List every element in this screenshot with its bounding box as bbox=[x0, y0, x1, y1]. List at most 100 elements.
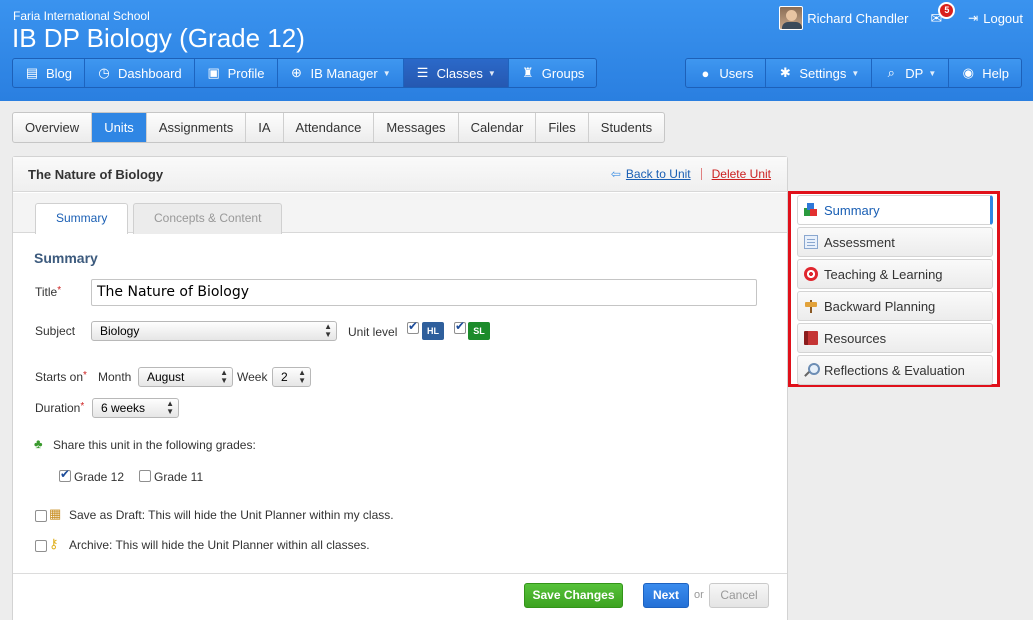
chevron-down-icon: ▼ bbox=[382, 68, 391, 78]
grade12-label: Grade 12 bbox=[74, 470, 125, 484]
unit-level-label: Unit level bbox=[348, 325, 398, 339]
hl-checkbox[interactable] bbox=[407, 319, 419, 334]
user-name[interactable]: Richard Chandler bbox=[807, 11, 908, 26]
blog-icon: ▤ bbox=[25, 65, 39, 80]
tab-attendance[interactable]: Attendance bbox=[284, 113, 375, 142]
select-arrows-icon: ▲ ▼ bbox=[298, 368, 306, 385]
side-item-reflections-evaluation[interactable]: Reflections & Evaluation bbox=[797, 355, 993, 385]
dashboard-icon: ◷ bbox=[98, 65, 110, 80]
panel-header: The Nature of Biology ⇦ Back to Unit Del… bbox=[13, 157, 787, 192]
title-input[interactable]: The Nature of Biology bbox=[91, 279, 757, 306]
back-to-unit-link[interactable]: Back to Unit bbox=[626, 167, 691, 181]
logout-icon[interactable]: ⇥ bbox=[968, 11, 978, 25]
subject-label: Subject bbox=[35, 324, 76, 338]
back-arrow-icon: ⇦ bbox=[610, 167, 621, 181]
archive-checkbox[interactable] bbox=[35, 540, 47, 552]
side-item-assessment[interactable]: Assessment bbox=[797, 227, 993, 257]
search-icon: ⌕ bbox=[887, 65, 895, 80]
nav-classes[interactable]: ☰ Classes ▼ bbox=[403, 59, 509, 87]
gear-icon: ✱ bbox=[779, 65, 791, 80]
chevron-down-icon: ▼ bbox=[851, 68, 860, 78]
section-title: Summary bbox=[34, 250, 98, 266]
delete-unit-link[interactable]: Delete Unit bbox=[712, 167, 771, 181]
tab-assignments[interactable]: Assignments bbox=[147, 113, 247, 142]
select-arrows-icon: ▲ ▼ bbox=[220, 368, 228, 385]
title-label: Title* bbox=[35, 285, 62, 299]
nav-dp[interactable]: ⌕ DP ▼ bbox=[872, 59, 950, 87]
app-header: Faria International School IB DP Biology… bbox=[0, 0, 1033, 101]
nav-help[interactable]: ◉ Help bbox=[949, 59, 1021, 87]
save-changes-button[interactable]: Save Changes bbox=[524, 583, 623, 608]
tab-calendar[interactable]: Calendar bbox=[459, 113, 537, 142]
unit-title: The Nature of Biology bbox=[28, 167, 164, 182]
grade11-label: Grade 11 bbox=[154, 470, 204, 484]
cancel-button[interactable]: Cancel bbox=[709, 583, 769, 608]
blocks-icon bbox=[804, 203, 818, 217]
subtab-concepts-content[interactable]: Concepts & Content bbox=[133, 203, 283, 234]
tree-icon: ♣ bbox=[34, 436, 43, 451]
required-mark: * bbox=[80, 401, 85, 412]
logout-link[interactable]: Logout bbox=[983, 11, 1023, 26]
nav-blog[interactable]: ▤ Blog bbox=[13, 59, 86, 87]
select-arrows-icon: ▲ ▼ bbox=[166, 399, 174, 416]
nav-groups[interactable]: ♜ Groups bbox=[509, 59, 597, 87]
side-item-backward-planning[interactable]: Backward Planning bbox=[797, 291, 993, 321]
page-title: IB DP Biology (Grade 12) bbox=[12, 23, 305, 53]
secondary-nav: ● Users ✱ Settings ▼ ⌕ DP ▼ ◉ Help bbox=[685, 58, 1022, 88]
sl-badge: SL bbox=[468, 322, 490, 340]
sl-checkbox[interactable] bbox=[454, 319, 466, 334]
month-label: Month bbox=[98, 370, 132, 384]
side-item-summary[interactable]: Summary bbox=[797, 195, 993, 225]
nav-profile[interactable]: ▣ Profile bbox=[195, 59, 278, 87]
avatar[interactable] bbox=[779, 6, 804, 30]
lifebuoy-icon: ◉ bbox=[962, 65, 974, 80]
required-mark: * bbox=[57, 285, 62, 296]
mail-icon[interactable]: ✉ 5 bbox=[930, 1, 956, 27]
panel-footer: Save Changes Next or Cancel bbox=[13, 573, 787, 620]
nav-users[interactable]: ● Users bbox=[686, 59, 767, 87]
user-box: Richard Chandler ✉ 5 ⇥ Logout bbox=[779, 1, 1023, 30]
book-icon bbox=[804, 331, 818, 345]
chevron-down-icon: ▼ bbox=[487, 68, 496, 78]
panel-links: ⇦ Back to Unit Delete Unit bbox=[611, 167, 771, 181]
subject-select[interactable]: Biology ▲ ▼ bbox=[91, 321, 337, 341]
grade12-checkbox[interactable] bbox=[59, 467, 71, 482]
tab-files[interactable]: Files bbox=[536, 113, 589, 142]
month-select[interactable]: August ▲ ▼ bbox=[138, 367, 233, 387]
profile-icon: ▣ bbox=[207, 65, 220, 80]
draft-label: Save as Draft: This will hide the Unit P… bbox=[69, 508, 394, 522]
globe-icon: ⊕ bbox=[291, 65, 302, 80]
class-tabs: Overview Units Assignments IA Attendance… bbox=[12, 112, 666, 143]
hl-badge: HL bbox=[422, 322, 444, 340]
required-mark: * bbox=[83, 370, 87, 381]
chevron-down-icon: ▼ bbox=[928, 68, 937, 78]
side-item-teaching-learning[interactable]: Teaching & Learning bbox=[797, 259, 993, 289]
week-select[interactable]: 2 ▲ ▼ bbox=[272, 367, 311, 387]
tab-students[interactable]: Students bbox=[589, 113, 664, 142]
subtabs: Summary Concepts & Content bbox=[13, 193, 787, 234]
nav-settings[interactable]: ✱ Settings ▼ bbox=[766, 59, 873, 87]
duration-label: Duration* bbox=[35, 401, 85, 415]
duration-select[interactable]: 6 weeks ▲ ▼ bbox=[92, 398, 179, 418]
tab-messages[interactable]: Messages bbox=[374, 113, 459, 142]
nav-ib-manager[interactable]: ⊕ IB Manager ▼ bbox=[278, 59, 404, 87]
side-item-resources[interactable]: Resources bbox=[797, 323, 993, 353]
mail-count-badge: 5 bbox=[938, 1, 956, 19]
tab-units[interactable]: Units bbox=[92, 113, 147, 142]
tab-ia[interactable]: IA bbox=[246, 113, 284, 142]
unit-panel: The Nature of Biology ⇦ Back to Unit Del… bbox=[12, 156, 788, 620]
or-text: or bbox=[694, 589, 704, 601]
document-icon bbox=[804, 235, 818, 249]
grade11-checkbox[interactable] bbox=[139, 470, 151, 482]
nav-dashboard[interactable]: ◷ Dashboard bbox=[85, 59, 195, 87]
barrier-icon: ▦ bbox=[49, 506, 62, 521]
tab-overview[interactable]: Overview bbox=[13, 113, 93, 142]
magnifier-icon bbox=[804, 363, 820, 377]
draft-checkbox[interactable] bbox=[35, 510, 47, 522]
key-icon: ⚷ bbox=[49, 536, 59, 551]
next-button[interactable]: Next bbox=[643, 583, 689, 608]
trophy-icon: ♜ bbox=[521, 65, 534, 80]
starts-on-label: Starts on* bbox=[35, 370, 87, 384]
subtab-summary[interactable]: Summary bbox=[35, 203, 129, 234]
archive-label: Archive: This will hide the Unit Planner… bbox=[69, 538, 370, 552]
